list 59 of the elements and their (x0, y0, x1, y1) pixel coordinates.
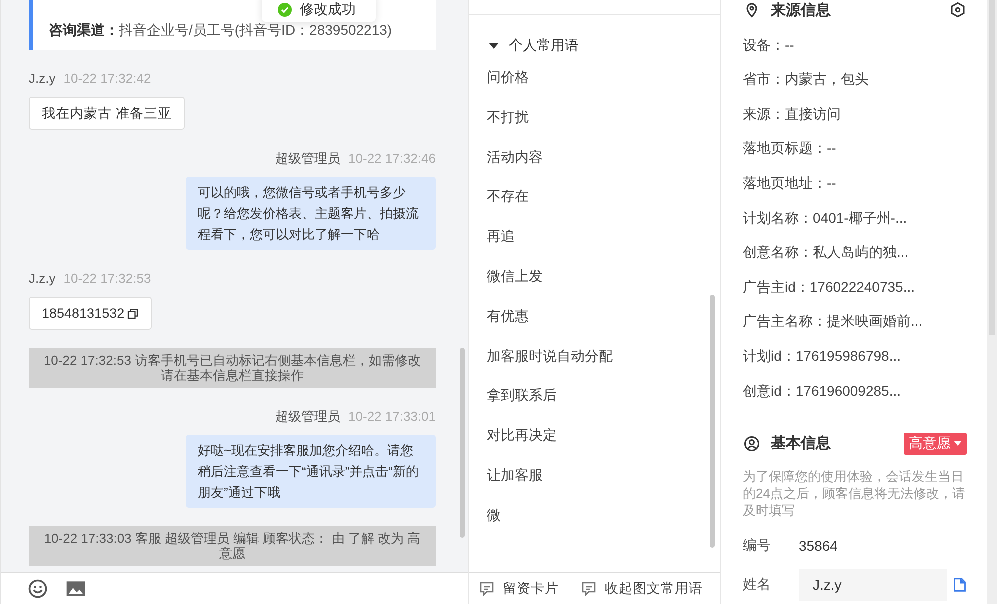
quick-reply-item[interactable]: 再追 (487, 217, 720, 257)
field-value: 35864 (799, 538, 838, 554)
footer-button[interactable]: 收起图文常用语 (581, 580, 703, 598)
section-title: 来源信息 (771, 0, 831, 20)
message-time: 10-22 17:33:01 (348, 408, 436, 426)
intent-dropdown[interactable]: 高意愿 (904, 432, 967, 455)
info-line: 广告主名称：提米映画婚前... (743, 312, 924, 332)
quick-reply-item[interactable]: 微信上发 (487, 256, 720, 297)
message-time: 10-22 17:32:53 (64, 270, 152, 288)
system-notice: 10-22 17:32:53 访客手机号已自动标记右侧基本信息栏，如需修改请在基本信息栏直接操作 (29, 348, 436, 388)
info-line: 来源：直接访问 (743, 104, 842, 124)
quick-reply-item[interactable]: 不存在 (487, 177, 720, 218)
check-icon (278, 3, 292, 17)
info-line: 设备：-- (743, 36, 796, 55)
quick-reply-item[interactable]: 问价格 (487, 58, 720, 98)
group-toggle[interactable]: 个人常用语 (469, 15, 720, 58)
message-time: 10-22 17:32:46 (348, 150, 436, 168)
field-label: 编号 (743, 536, 772, 555)
field-label: 姓名 (743, 576, 772, 594)
comment-icon (479, 580, 495, 596)
notice-text: 为了保障您的使用体验，会话发生当日的24点之后，顾客信息将无法修改，请及时填写 (743, 468, 966, 519)
copy-icon (126, 308, 139, 320)
sender-name: 超级管理员 (276, 408, 341, 426)
quick-reply-item[interactable]: 有优惠 (487, 296, 720, 337)
quick-reply-item[interactable]: 让加客服 (487, 456, 720, 496)
group-label: 个人常用语 (509, 37, 579, 55)
info-line: 省市：内蒙古，包头 (743, 70, 870, 90)
quick-reply-item[interactable]: 不打扰 (487, 98, 720, 138)
message-text: 18548131532 (42, 305, 125, 323)
info-line: 落地页标题：-- (743, 139, 838, 158)
name-input[interactable]: J.z.y (799, 568, 947, 601)
quick-reply-item[interactable]: 拿到联系后 (487, 376, 720, 416)
comment-icon (581, 580, 597, 596)
message-bubble: 可以的哦，您微信号或者手机号多少呢？给您发价格表、主题客片、拍摄流程看下，您可以对比了解一下哈 (186, 177, 436, 250)
emoji-icon[interactable] (27, 578, 49, 600)
info-line: 创意id：176196009285... (743, 382, 902, 401)
info-line: 计划id：176195986798... (743, 346, 902, 366)
toast-text: 修改成功 (300, 1, 356, 19)
sender-name: J.z.y (29, 270, 56, 288)
message-text: 我在内蒙古 准备三亚 (42, 105, 172, 123)
sender-name: 超级管理员 (276, 150, 341, 168)
section-title: 基本信息 (771, 434, 831, 454)
footer-button[interactable]: 留资卡片 (479, 580, 559, 598)
info-line: 落地页地址：-- (743, 174, 838, 193)
caret-icon (954, 441, 962, 446)
quick-reply-item[interactable]: 加客服时说自动分配 (487, 336, 720, 376)
message-bubble: 好哒~现在安排客服加您介绍哈。请您稍后注意查看一下“通讯录”并点击“新的朋友”通过下哦 (186, 435, 436, 508)
sender-name: J.z.y (29, 70, 56, 88)
info-line: 创意名称：私人岛屿的独... (743, 243, 910, 262)
info-line: 计划名称：0401-椰子州-... (743, 208, 908, 228)
document-icon[interactable] (953, 576, 967, 593)
quick-reply-item[interactable]: 活动内容 (487, 138, 720, 178)
scrollbar-thumb[interactable] (460, 348, 465, 538)
info-line: 广告主id：176022240735... (743, 278, 916, 297)
quick-reply-item[interactable]: 对比再决定 (487, 416, 720, 456)
quick-reply-item[interactable]: 微 (487, 496, 720, 536)
system-notice: 10-22 17:33:03 客服 超级管理员 编辑 顾客状态： 由 了解 改为 高意愿 (29, 526, 436, 566)
message-time: 10-22 17:32:42 (64, 70, 152, 88)
scrollbar-thumb[interactable] (710, 295, 715, 548)
